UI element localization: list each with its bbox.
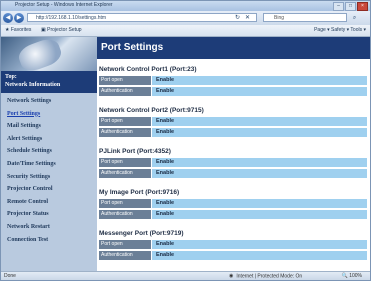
setting-row: Port open Enable (99, 240, 367, 249)
minimize-button[interactable]: – (333, 2, 344, 11)
sidebar-top-link[interactable]: Top: Network Information (1, 71, 97, 93)
setting-value: Enable (152, 158, 367, 167)
sidebar-item-connection-test[interactable]: Connection Test (1, 234, 97, 247)
setting-key: Authentication (99, 251, 151, 260)
page-header: Port Settings (97, 37, 370, 59)
logo (1, 37, 97, 75)
section-title: Messenger Port (Port:9719) (99, 230, 184, 237)
favorites-label: Favorites (10, 27, 32, 33)
globe-icon: ◉ (229, 273, 234, 279)
favorite-tab[interactable]: ▣ Projector Setup (41, 27, 82, 33)
sidebar-item-remote-control[interactable]: Remote Control (1, 196, 97, 209)
setting-value: Enable (152, 87, 367, 96)
sidebar-item-network-settings[interactable]: Network Settings (1, 95, 97, 108)
setting-row: Authentication Enable (99, 169, 367, 178)
sidebar-item-schedule-settings[interactable]: Schedule Settings (1, 145, 97, 158)
stop-icon[interactable]: ✕ (243, 14, 252, 22)
port-sections: Network Control Port1 (Port:23) Port ope… (99, 65, 367, 270)
setting-key: Authentication (99, 87, 151, 96)
port-section: Messenger Port (Port:9719) Port open Enab… (99, 229, 367, 260)
zone-text: Internet | Protected Mode: On (236, 273, 303, 280)
setting-key: Port open (99, 199, 151, 208)
sidebar-item-projector-status[interactable]: Projector Status (1, 208, 97, 221)
section-title: My Image Port (Port:9716) (99, 189, 180, 196)
sidebar-item-network-restart[interactable]: Network Restart (1, 221, 97, 234)
setting-row: Port open Enable (99, 117, 367, 126)
sidebar-top-line1: Top: (5, 74, 17, 80)
favorites-bar: ★ Favorites ▣ Projector Setup Page ▾ Saf… (1, 25, 370, 37)
section-title: Network Control Port2 (Port:9715) (99, 107, 204, 114)
setting-row: Port open Enable (99, 158, 367, 167)
status-bar: Done ◉ Internet | Protected Mode: On 🔍 1… (1, 271, 370, 280)
security-zone: ◉ Internet | Protected Mode: On (229, 273, 302, 279)
back-icon[interactable]: ◀ (3, 13, 13, 23)
page-title: Port Settings (101, 42, 164, 53)
setting-key: Authentication (99, 210, 151, 219)
sidebar-item-alert-settings[interactable]: Alert Settings (1, 133, 97, 146)
port-section: Network Control Port1 (Port:23) Port ope… (99, 65, 367, 96)
sidebar: Top: Network Information Network Setting… (1, 37, 97, 271)
forward-icon[interactable]: ▶ (14, 13, 24, 23)
address-input[interactable]: http://192.168.1.10/settings.htm (27, 13, 257, 22)
sidebar-item-security-settings[interactable]: Security Settings (1, 171, 97, 184)
sidebar-item-projector-control[interactable]: Projector Control (1, 183, 97, 196)
section-title: Network Control Port1 (Port:23) (99, 66, 197, 73)
setting-row: Port open Enable (99, 76, 367, 85)
zoom-level: 100% (349, 273, 362, 279)
setting-row: Authentication Enable (99, 128, 367, 137)
setting-value: Enable (152, 169, 367, 178)
sidebar-item-date-time-settings[interactable]: Date/Time Settings (1, 158, 97, 171)
port-section: My Image Port (Port:9716) Port open Enabl… (99, 188, 367, 219)
setting-value: Enable (152, 117, 367, 126)
setting-key: Port open (99, 240, 151, 249)
sidebar-item-mail-settings[interactable]: Mail Settings (1, 120, 97, 133)
maximize-button[interactable]: □ (345, 2, 356, 11)
setting-value: Enable (152, 199, 367, 208)
setting-row: Port open Enable (99, 199, 367, 208)
setting-value: Enable (152, 128, 367, 137)
setting-row: Authentication Enable (99, 251, 367, 260)
setting-key: Authentication (99, 169, 151, 178)
sidebar-item-port-settings[interactable]: Port Settings (1, 108, 97, 121)
search-input[interactable]: Bing (263, 13, 347, 22)
setting-value: Enable (152, 210, 367, 219)
setting-value: Enable (152, 76, 367, 85)
close-button[interactable]: × (357, 2, 368, 11)
port-section: PJLink Port (Port:4352) Port open Enable … (99, 147, 367, 178)
main-panel: Port Settings Network Control Port1 (Por… (97, 37, 370, 271)
command-bar[interactable]: Page ▾ Safety ▾ Tools ▾ (314, 27, 366, 33)
zoom-control[interactable]: 🔍 100% (342, 273, 362, 279)
favorites-button[interactable]: ★ Favorites (5, 27, 31, 33)
setting-row: Authentication Enable (99, 210, 367, 219)
setting-value: Enable (152, 240, 367, 249)
setting-key: Port open (99, 158, 151, 167)
setting-key: Port open (99, 117, 151, 126)
address-bar-row: ◀ ▶ http://192.168.1.10/settings.htm ↻ ✕… (1, 11, 370, 25)
window-controls: – □ × (333, 2, 368, 11)
logo-shape (15, 37, 65, 75)
sidebar-top-line2: Network Information (5, 82, 61, 88)
port-section: Network Control Port2 (Port:9715) Port o… (99, 106, 367, 137)
sidebar-menu: Network Settings Port Settings Mail Sett… (1, 95, 97, 246)
status-text: Done (4, 273, 16, 279)
search-icon[interactable]: ⌕ (350, 14, 359, 22)
title-bar: Projector Setup - Windows Internet Explo… (1, 1, 370, 11)
browser-window: Projector Setup - Windows Internet Explo… (0, 0, 371, 281)
section-title: PJLink Port (Port:4352) (99, 148, 171, 155)
refresh-icon[interactable]: ↻ (233, 14, 242, 22)
page-content: Top: Network Information Network Setting… (1, 37, 370, 271)
setting-key: Port open (99, 76, 151, 85)
favorite-tab-label: Projector Setup (47, 27, 82, 33)
setting-row: Authentication Enable (99, 87, 367, 96)
setting-key: Authentication (99, 128, 151, 137)
setting-value: Enable (152, 251, 367, 260)
window-title: Projector Setup - Windows Internet Explo… (15, 2, 113, 8)
